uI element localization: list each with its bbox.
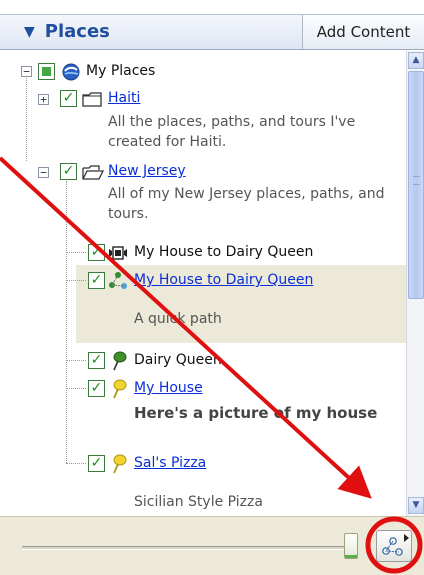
folder-icon (82, 92, 102, 107)
opacity-slider-track[interactable] (22, 546, 358, 550)
path-icon (109, 272, 127, 289)
placemark-yellow-icon (113, 454, 127, 474)
checkbox-path[interactable]: ✓ (88, 272, 105, 289)
checkbox-haiti[interactable]: ✓ (60, 90, 77, 107)
bottom-toolbar (0, 516, 424, 575)
tree-item-description: All the places, paths, and tours I've cr… (108, 114, 356, 150)
places-title: Places (44, 21, 110, 42)
path-tool-button[interactable] (376, 530, 412, 562)
tree-item-link-new-jersey[interactable]: New Jersey (108, 163, 186, 179)
vertical-scrollbar[interactable]: ▲ ▼ (406, 51, 424, 516)
folder-open-icon (82, 165, 104, 180)
path-icon (382, 537, 403, 556)
checkbox-sals-pizza[interactable]: ✓ (88, 455, 105, 472)
collapse-triangle-icon[interactable]: ▼ (24, 24, 35, 40)
add-content-button[interactable]: Add Content (302, 15, 424, 49)
scroll-down-button[interactable]: ▼ (408, 497, 424, 514)
checkbox-tour[interactable]: ✓ (88, 244, 105, 261)
expand-box-icon[interactable]: + (38, 94, 49, 105)
checkbox-new-jersey[interactable]: ✓ (60, 163, 77, 180)
tree-item-new-jersey[interactable]: − ✓ New Jersey (0, 161, 400, 183)
grip-icon (413, 176, 420, 185)
places-toggle[interactable]: ▼ Places (24, 19, 110, 45)
tree-item-link-sals-pizza[interactable]: Sal's Pizza (134, 455, 206, 471)
tour-camera-icon (109, 246, 127, 260)
scroll-thumb[interactable] (408, 71, 424, 299)
scroll-up-button[interactable]: ▲ (408, 52, 424, 69)
places-tree: − My Places + ✓ Haiti All the places, pa… (0, 51, 406, 516)
opacity-slider-thumb[interactable] (344, 533, 358, 559)
checkbox-my-places[interactable] (38, 63, 55, 80)
collapse-box-icon[interactable]: − (21, 66, 32, 77)
tree-item-haiti[interactable]: + ✓ Haiti (0, 88, 400, 110)
tree-line (66, 181, 67, 463)
dropdown-arrow-icon (404, 534, 409, 542)
tree-item-description: Sicilian Style Pizza (134, 494, 263, 510)
placemark-yellow-icon (113, 379, 127, 399)
tree-item-my-house[interactable]: ✓ My House (0, 378, 400, 400)
checkbox-dairy-queen[interactable]: ✓ (88, 352, 105, 369)
checkbox-my-house[interactable]: ✓ (88, 380, 105, 397)
tree-item-path[interactable]: ✓ My House to Dairy Queen (0, 270, 400, 292)
tree-item-label: Dairy Queen (134, 352, 222, 368)
tree-item-tour[interactable]: ✓ My House to Dairy Queen (0, 242, 400, 264)
tree-item-description: Here's a picture of my house (134, 404, 378, 422)
tree-item-dairy-queen[interactable]: ✓ Dairy Queen (0, 350, 400, 372)
tree-item-label: My Places (86, 63, 156, 79)
earth-icon (62, 63, 80, 81)
tree-item-link-my-house[interactable]: My House (134, 380, 203, 396)
places-panel-header: ▼ Places Add Content (0, 14, 424, 50)
tree-item-my-places[interactable]: − My Places (0, 61, 400, 83)
collapse-box-icon[interactable]: − (38, 167, 49, 178)
placemark-green-icon (113, 351, 127, 371)
tree-item-link-haiti[interactable]: Haiti (108, 90, 140, 106)
tree-item-description: A quick path (134, 311, 222, 327)
tree-item-link-path[interactable]: My House to Dairy Queen (134, 272, 313, 288)
tree-item-sals-pizza[interactable]: ✓ Sal's Pizza (0, 453, 400, 475)
tree-item-label: My House to Dairy Queen (134, 244, 314, 260)
tree-item-description: All of my New Jersey places, paths, and … (108, 186, 385, 222)
